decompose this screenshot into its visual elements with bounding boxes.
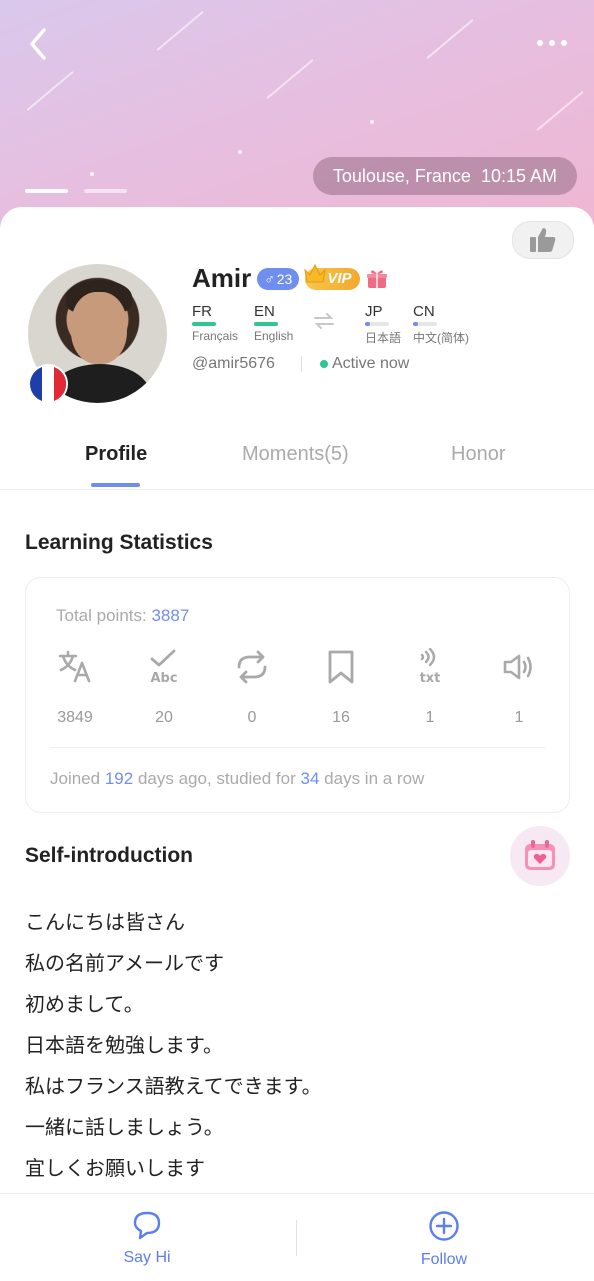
self-introduction-title: Self-introduction [25,844,193,867]
decor-dot [238,150,242,154]
spellcheck-icon: Abc [150,649,178,686]
intro-line: 私はフランス語教えてできます。 [25,1074,322,1098]
male-icon: ♂ [264,270,275,287]
more-options-button[interactable] [532,34,572,52]
profile-card: Amir ♂ 23 VIP FR Français EN English JP … [0,207,594,1280]
translate-icon [58,650,91,683]
online-status-dot [319,360,328,368]
plus-circle-icon [429,1211,459,1241]
calendar-heart-icon [525,840,555,870]
svg-text:Abc: Abc [150,671,177,686]
proficiency-bar [254,322,278,326]
local-time-text: 10:15 AM [480,165,557,186]
total-points-value: 3887 [151,606,190,625]
tab-profile[interactable]: Profile [85,443,147,466]
decor-streak [26,70,74,112]
stat-repeats: 0 [222,648,282,727]
active-tab-indicator [91,483,140,487]
intro-line: 宜しくお願いします [25,1156,205,1180]
divider [296,1220,297,1256]
vip-label: VIP [327,270,352,287]
intro-line: こんにちは皆さん [25,910,185,934]
calendar-heart-button[interactable] [510,826,570,886]
profile-tabs: Profile Moments(5) Honor [0,433,594,490]
decor-streak [426,18,474,60]
repeat-icon [237,650,267,684]
native-language-en: EN English [254,303,294,343]
self-introduction-text: こんにちは皆さん 私の名前アメールです 初めまして。 日本語を勉強します。 私は… [25,907,322,1194]
bottom-action-bar: Say Hi Follow [0,1193,594,1281]
divider [50,747,545,748]
profile-cover: Toulouse, France 10:15 AM [0,0,594,240]
gift-icon[interactable] [366,268,388,290]
chat-bubble-icon [133,1211,161,1240]
user-handle[interactable]: @amir5676 [192,355,275,373]
stat-audio: 1 [489,648,549,727]
crown-icon [304,263,327,282]
more-dots-icon [537,40,543,46]
intro-line: 初めまして。 [25,992,144,1016]
decor-dot [90,172,94,176]
say-hi-button[interactable]: Say Hi [87,1210,207,1267]
vip-badge[interactable]: VIP [304,263,360,290]
stat-value: 20 [155,709,173,726]
tab-honor[interactable]: Honor [451,443,505,466]
user-name: Amir [192,263,252,293]
proficiency-bar [365,322,389,326]
language-row: FR Français EN English JP 日本語 CN 中文(简体) [192,303,469,346]
stat-value: 1 [425,709,435,726]
tab-moments[interactable]: Moments(5) [242,443,349,466]
total-points: Total points: 3887 [56,606,190,625]
stat-corrections: Abc 20 [134,648,194,727]
intro-line: 一緒に話しましょう。 [25,1115,224,1139]
location-time-pill: Toulouse, France 10:15 AM [312,157,577,195]
stat-value: 3849 [57,709,93,726]
learning-language-jp: JP 日本語 [365,303,402,345]
name-row: Amir ♂ 23 VIP [192,263,388,294]
learning-statistics-card: Total points: 3887 3849 Abc 20 0 16 txt … [25,577,570,813]
page-dot[interactable] [84,189,127,193]
status-text: Active now [331,355,410,372]
back-button[interactable] [24,26,56,62]
like-button[interactable] [512,221,574,259]
stat-value: 16 [332,709,350,726]
speaker-icon [503,654,532,680]
proficiency-bar [413,322,437,326]
exchange-arrows-icon [313,303,339,339]
stat-bookmarks: 16 [311,648,371,727]
decor-dot [370,120,374,124]
stat-text-to-speech: txt 1 [400,647,460,727]
cover-page-indicator [25,189,127,193]
stat-translations: 3849 [45,648,105,727]
learning-statistics-title: Learning Statistics [25,531,213,554]
thumbs-up-icon [530,228,556,252]
bookmark-icon [328,650,354,684]
divider [300,356,302,372]
streak-days: 34 [300,769,320,788]
follow-label: Follow [420,1251,468,1268]
proficiency-bar [192,322,216,326]
chevron-left-icon [30,28,46,60]
age-text: 23 [276,270,293,287]
handle-status-row: @amir5676 Active now [192,355,409,373]
page-dot-active[interactable] [25,189,68,193]
svg-text:txt: txt [420,671,441,686]
location-text: Toulouse, France [332,165,471,186]
learning-language-cn: CN 中文(简体) [413,303,469,345]
joined-summary: Joined 192 days ago, studied for 34 days… [50,769,425,788]
stat-value: 0 [247,709,257,726]
follow-button[interactable]: Follow [384,1210,504,1269]
gender-age-badge: ♂ 23 [257,267,300,290]
native-language-fr: FR Français [192,303,239,343]
decor-streak [536,90,584,132]
decor-streak [266,58,314,100]
decor-streak [156,10,204,52]
text-to-speech-icon: txt [420,647,441,686]
stat-value: 1 [514,709,524,726]
intro-line: 私の名前アメールです [25,951,224,975]
joined-days: 192 [104,769,134,788]
intro-line: 日本語を勉強します。 [25,1033,223,1057]
say-hi-label: Say Hi [123,1249,171,1266]
france-flag-icon [28,364,68,404]
